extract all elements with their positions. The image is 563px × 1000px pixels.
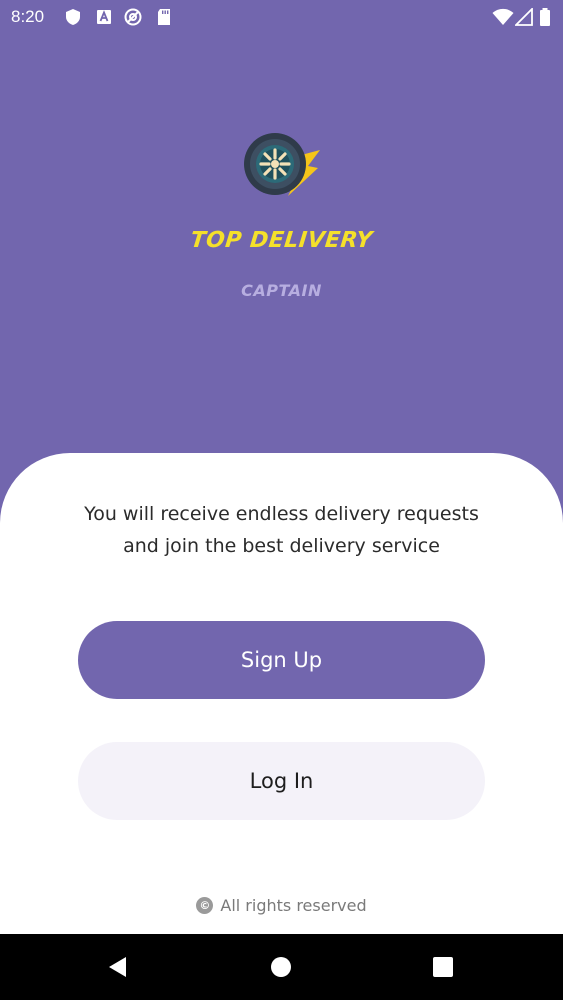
a-badge-icon — [97, 10, 111, 24]
back-icon[interactable] — [105, 954, 131, 980]
wifi-icon — [492, 8, 514, 25]
footer-text: All rights reserved — [220, 896, 367, 915]
wheel-bolt-logo-icon — [244, 133, 320, 196]
footer: © All rights reserved — [0, 896, 563, 915]
brand-subtitle: CAPTAIN — [241, 281, 322, 300]
splash-screen: 8:20 TOP DELIVERY CAPTAIN You will recei… — [0, 0, 563, 1000]
signal-icon — [515, 8, 533, 26]
welcome-sheet: You will receive endless delivery reques… — [0, 453, 563, 934]
navigation-bar — [0, 934, 563, 1000]
shield-icon — [66, 9, 80, 25]
brand-title: TOP DELIVERY — [189, 228, 374, 253]
copyright-icon: © — [196, 897, 214, 914]
tagline-line-1: You will receive endless delivery reques… — [84, 503, 479, 525]
home-icon[interactable] — [268, 954, 294, 980]
sign-up-button[interactable]: Sign Up — [78, 621, 485, 699]
battery-icon — [540, 8, 550, 26]
log-in-button[interactable]: Log In — [78, 742, 485, 820]
sd-card-icon — [158, 9, 170, 25]
status-time: 8:20 — [11, 7, 45, 26]
tagline: You will receive endless delivery reques… — [40, 498, 523, 562]
recents-icon[interactable] — [430, 954, 456, 980]
status-bar: 8:20 — [0, 0, 563, 34]
tagline-line-2: and join the best delivery service — [123, 535, 440, 557]
at-sign-icon — [124, 8, 142, 26]
